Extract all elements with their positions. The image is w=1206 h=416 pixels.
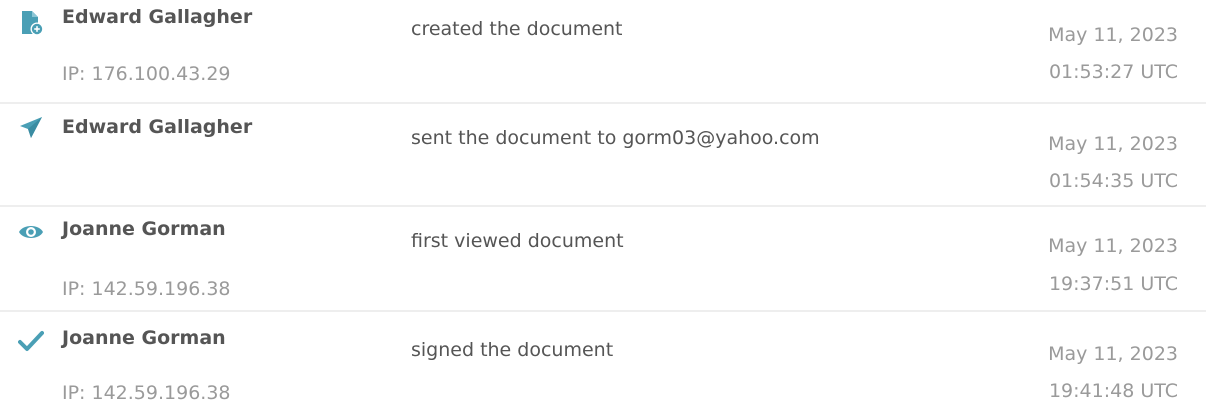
event-date: May 11, 2023	[1048, 24, 1178, 46]
event-actor-name: Joanne Gorman	[62, 218, 226, 240]
event-ip-address: IP: 142.59.196.38	[62, 382, 231, 404]
event-time: 19:41:48 UTC	[1048, 380, 1178, 402]
event-actor-name: Edward Gallagher	[62, 6, 253, 28]
document-add-icon	[18, 10, 44, 36]
event-action: first viewed document	[411, 230, 624, 252]
event-actor-name: Joanne Gorman	[62, 327, 226, 349]
paper-plane-icon	[18, 115, 44, 141]
event-ip-address: IP: 176.100.43.29	[62, 63, 231, 85]
event-actor-name: Edward Gallagher	[62, 116, 253, 138]
eye-icon	[18, 219, 44, 245]
audit-event-row: Joanne Gorman IP: 142.59.196.38 first vi…	[0, 206, 1206, 311]
event-action: sent the document to gorm03@yahoo.com	[411, 127, 820, 149]
audit-event-row: Edward Gallagher sent the document to go…	[0, 103, 1206, 206]
audit-event-row: Edward Gallagher IP: 176.100.43.29 creat…	[0, 0, 1206, 103]
event-date: May 11, 2023	[1048, 343, 1178, 365]
audit-event-row: Joanne Gorman IP: 142.59.196.38 signed t…	[0, 311, 1206, 416]
event-date: May 11, 2023	[1048, 133, 1178, 155]
event-action: signed the document	[411, 339, 614, 361]
event-action: created the document	[411, 18, 623, 40]
event-time: 19:37:51 UTC	[1048, 273, 1178, 295]
event-ip-address: IP: 142.59.196.38	[62, 278, 231, 300]
event-date: May 11, 2023	[1048, 235, 1178, 257]
audit-trail: Edward Gallagher IP: 176.100.43.29 creat…	[0, 0, 1206, 416]
event-time: 01:53:27 UTC	[1048, 61, 1178, 83]
checkmark-icon	[18, 328, 44, 354]
event-time: 01:54:35 UTC	[1048, 170, 1178, 192]
